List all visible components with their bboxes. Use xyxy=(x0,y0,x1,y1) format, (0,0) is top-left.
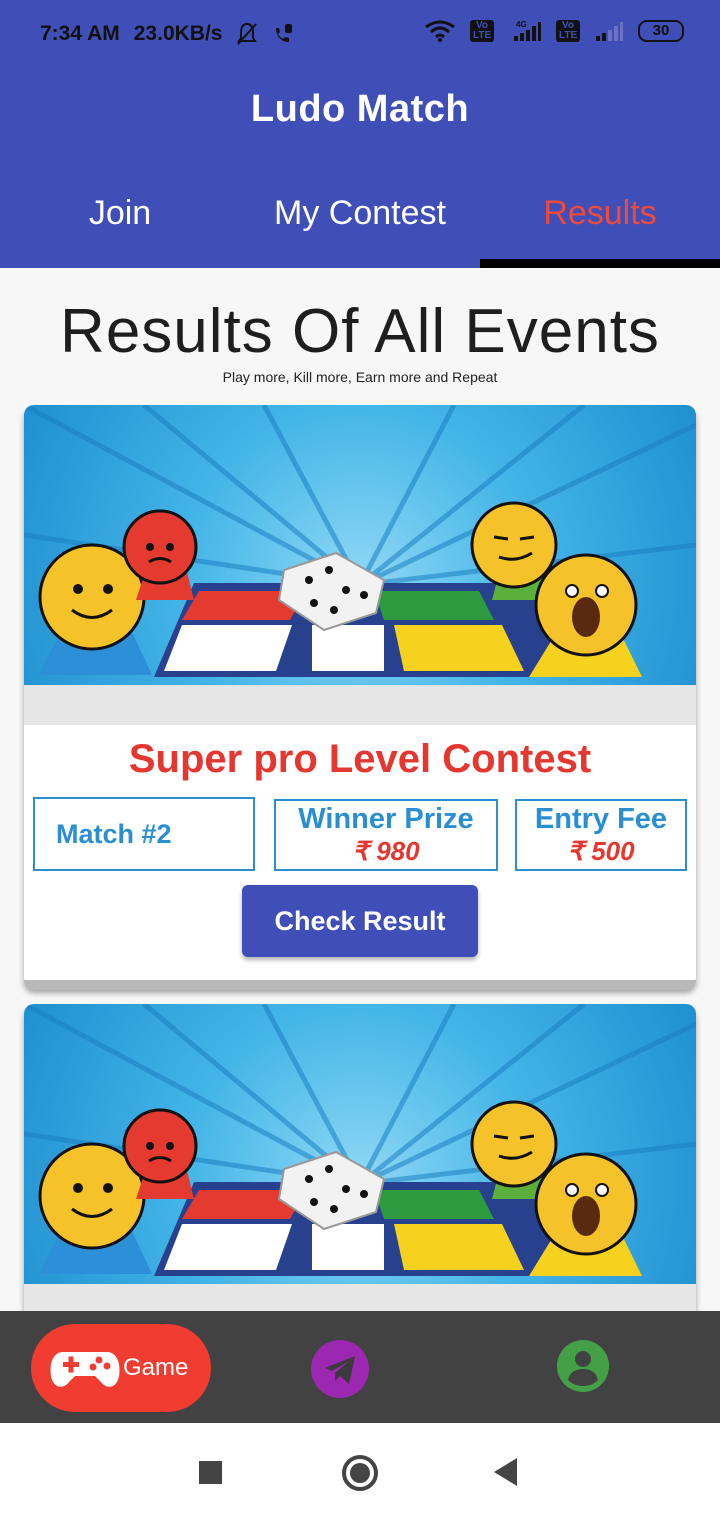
winner-prize-box: Winner Prize ₹ 980 xyxy=(274,799,498,871)
winner-prize-value: ₹ 980 xyxy=(352,836,420,866)
signal-icon xyxy=(596,22,623,41)
entry-fee-label: Entry Fee xyxy=(534,803,668,835)
game-nav-button[interactable]: Game xyxy=(31,1324,211,1412)
contest-title: Super pro Level Contest xyxy=(128,737,592,781)
tab-bar: Join My Contest Results xyxy=(0,178,720,268)
volte-badge-1: Vo LTE xyxy=(470,20,494,42)
home-icon[interactable] xyxy=(342,1455,378,1491)
banner-base xyxy=(24,685,696,725)
match-number: Match #2 xyxy=(56,819,172,849)
page-heading: Results Of All Events xyxy=(60,297,660,366)
telegram-icon[interactable] xyxy=(311,1340,369,1398)
volte-badge-2: Vo LTE xyxy=(556,20,580,42)
status-bar: 7:34 AM 23.0KB/s Vo LTE 4G Vo LTE 30 xyxy=(0,0,720,70)
bell-off-icon xyxy=(237,22,258,45)
svg-text:4G: 4G xyxy=(516,20,527,29)
game-nav-label: Game xyxy=(123,1354,189,1381)
app-title: Ludo Match xyxy=(250,88,470,130)
winner-prize-label: Winner Prize xyxy=(298,803,474,835)
gamepad-icon xyxy=(50,1352,120,1387)
bottom-navigation: Game xyxy=(0,1311,720,1423)
account-icon[interactable] xyxy=(557,1340,609,1392)
check-result-button[interactable]: Check Result xyxy=(242,885,478,957)
signal-4g-icon: 4G xyxy=(514,20,541,41)
banner-artwork xyxy=(24,405,696,677)
recents-icon[interactable] xyxy=(199,1461,222,1484)
system-navigation-bar xyxy=(0,1423,720,1520)
contest-card xyxy=(24,1004,696,1334)
active-tab-indicator xyxy=(480,259,720,268)
page-subheading: Play more, Kill more, Earn more and Repe… xyxy=(222,369,498,385)
status-speed: 23.0KB/s xyxy=(133,22,223,45)
ludo-banner-image xyxy=(24,1004,696,1324)
back-icon[interactable] xyxy=(494,1458,517,1486)
call-alert-icon xyxy=(276,24,293,42)
match-number-box: Match #2 xyxy=(33,797,255,871)
tab-join[interactable]: Join xyxy=(0,178,240,268)
contest-card: Super pro Level Contest Match #2 Winner … xyxy=(24,405,696,988)
tab-results[interactable]: Results xyxy=(480,178,720,268)
entry-fee-box: Entry Fee ₹ 500 xyxy=(515,799,687,871)
entry-fee-value: ₹ 500 xyxy=(567,836,635,866)
tab-my-contest[interactable]: My Contest xyxy=(240,178,480,268)
battery-icon: 30 xyxy=(638,20,684,42)
ludo-banner-image xyxy=(24,405,696,725)
card-shadow xyxy=(24,980,696,990)
status-time: 7:34 AM xyxy=(40,22,120,45)
app-bar: 7:34 AM 23.0KB/s Vo LTE 4G Vo LTE 30 Lud… xyxy=(0,0,720,268)
banner-artwork xyxy=(24,1004,696,1276)
wifi-icon xyxy=(425,20,455,42)
